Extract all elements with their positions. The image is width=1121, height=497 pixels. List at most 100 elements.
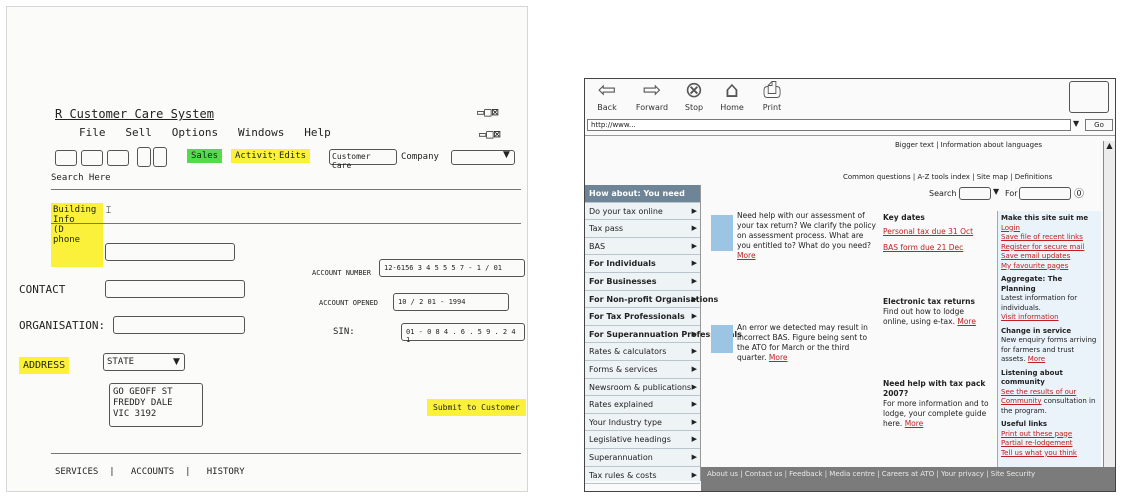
forward-button[interactable]: ⇨ Forward — [631, 79, 673, 113]
more-link[interactable]: More — [769, 353, 788, 362]
top-links[interactable]: Bigger text | Information about language… — [895, 141, 1042, 149]
menu-item-label: Legislative headings — [589, 435, 671, 445]
toolbar-icon[interactable] — [55, 150, 77, 166]
window-controls-icon[interactable]: ▭□⊠ — [479, 127, 501, 141]
more-link[interactable]: More — [905, 419, 924, 428]
home-icon: ⌂ — [725, 78, 739, 103]
website-mockup: ⇦ Back ⇨ Forward ⊗ Stop ⌂ Home ⎙ Print h… — [584, 78, 1116, 492]
address-textarea[interactable]: GO GEOFF ST FREDDY DALE VIC 3192 — [109, 383, 203, 427]
chevron-down-icon[interactable]: ▼ — [173, 357, 180, 367]
home-button[interactable]: ⌂ Home — [715, 78, 749, 113]
menu-item[interactable]: Rates explained ▶ — [585, 396, 700, 414]
menu-item[interactable]: Rates & calculators ▶ — [585, 343, 700, 361]
toolbar-icon[interactable] — [153, 147, 167, 167]
menu-item[interactable]: For Superannuation Professionals ▶ — [585, 326, 742, 344]
name-field[interactable] — [105, 243, 235, 261]
organisation-field[interactable] — [113, 316, 245, 334]
useful-link[interactable]: Partial re-lodgement — [1001, 439, 1098, 449]
menu-sell[interactable]: Sell — [125, 126, 152, 139]
account-opened-field[interactable]: 10 / 2 01 - 1994 — [393, 293, 509, 311]
go-button[interactable]: Go — [1085, 119, 1113, 131]
menu-item[interactable]: For Non-profit Organisations ▶ — [585, 291, 718, 309]
menu-item[interactable]: Your Industry type ▶ — [585, 414, 700, 432]
contact-field[interactable] — [105, 280, 245, 298]
chevron-right-icon: ▶ — [691, 224, 697, 233]
side-panel: Make this site suit me Login Save file of… — [997, 211, 1101, 481]
menu-item-label: Tax pass — [589, 224, 624, 234]
more-link[interactable]: More — [957, 317, 976, 326]
scroll-up-icon[interactable]: ▲ — [1104, 141, 1115, 150]
window-controls-icon[interactable]: ▭□⊠ — [477, 105, 499, 119]
useful-link[interactable]: Tell us what you think — [1001, 449, 1098, 459]
side-link[interactable]: My favourite pages — [1001, 262, 1098, 272]
menu-item[interactable]: For Tax Professionals ▶ — [585, 308, 700, 326]
menu-item[interactable]: BAS ▶ — [585, 238, 700, 256]
stop-icon: ⊗ — [684, 78, 704, 103]
tab-history[interactable]: HISTORY — [207, 467, 245, 477]
chevron-right-icon: ▶ — [691, 417, 697, 426]
side-link[interactable]: Save file of recent links — [1001, 233, 1098, 243]
menu-item[interactable]: Do your tax online ▶ — [585, 203, 700, 221]
menu-bar: File Sell Options Windows Help — [79, 126, 331, 139]
page-footer[interactable]: About us | Contact us | Feedback | Media… — [701, 467, 1115, 491]
menu-item[interactable]: Superannuation ▶ — [585, 449, 700, 467]
address-bar[interactable]: http://www... — [587, 119, 1071, 131]
sales-button[interactable]: Sales — [187, 149, 223, 163]
more-link[interactable]: More — [737, 251, 756, 260]
menu-item-label: Do your tax online — [589, 206, 663, 216]
chevron-down-icon[interactable]: ▼ — [993, 187, 999, 196]
go-circle-icon[interactable]: ⓪ — [1074, 185, 1084, 200]
menu-item[interactable]: For Individuals ▶ — [585, 255, 700, 273]
menu-file[interactable]: File — [79, 126, 106, 139]
key-date-link[interactable]: BAS form due 21 Dec — [883, 243, 991, 253]
vertical-scrollbar[interactable]: ▲ ▼ — [1103, 141, 1115, 481]
stop-button[interactable]: ⊗ Stop — [679, 78, 709, 113]
menu-item[interactable]: Tax rules & costs ▶ — [585, 467, 700, 485]
chevron-right-icon: ▶ — [691, 312, 697, 321]
print-button[interactable]: ⎙ Print — [755, 79, 789, 113]
menu-item[interactable]: Forms & services ▶ — [585, 361, 700, 379]
bottom-tabs: SERVICES | ACCOUNTS | HISTORY — [55, 467, 245, 477]
toolbar-icon[interactable] — [81, 150, 103, 166]
search-label: Search — [929, 189, 957, 198]
account-number-field[interactable]: 12-6156 3 4 5 5 5 7 - 1 / 01 — [379, 259, 525, 277]
address-label: ADDRESS — [19, 357, 70, 374]
sin-field[interactable]: 01 - 0 8 4 . 6 . 5 9 . 2 4 1 — [401, 323, 525, 344]
for-input[interactable] — [1019, 187, 1071, 200]
toolbar-icon[interactable] — [107, 150, 129, 166]
menu-item-label: Newsroom & publications — [589, 382, 692, 392]
subtitle-links[interactable]: Common questions | A-Z tools index | Sit… — [843, 173, 1052, 181]
menu-item[interactable]: For Businesses ▶ — [585, 273, 700, 291]
visit-link[interactable]: Visit information — [1001, 313, 1098, 323]
key-date-link[interactable]: Personal tax due 31 Oct — [883, 227, 991, 237]
submit-button[interactable]: Submit to Customer — [427, 399, 526, 416]
menu-item[interactable]: Newsroom & publications ▶ — [585, 379, 700, 397]
more-link[interactable]: More — [1028, 355, 1045, 363]
menu-help[interactable]: Help — [304, 126, 331, 139]
menu-windows[interactable]: Windows — [238, 126, 284, 139]
useful-link[interactable]: Print out these page — [1001, 430, 1098, 440]
chevron-right-icon: ▶ — [691, 259, 697, 268]
search-label: Search Here — [51, 173, 111, 183]
menu-item[interactable]: Tax pass ▶ — [585, 220, 700, 238]
menu-item-label: Tax rules & costs — [589, 470, 657, 480]
contact-label: CONTACT — [19, 283, 66, 296]
chevron-right-icon: ▶ — [691, 364, 697, 373]
back-button[interactable]: ⇦ Back — [589, 79, 625, 113]
side-link[interactable]: Register for secure mail — [1001, 243, 1098, 253]
side-link[interactable]: Login — [1001, 224, 1098, 234]
tab-accounts[interactable]: ACCOUNTS — [131, 467, 174, 477]
chevron-down-icon[interactable]: ▼ — [503, 150, 510, 160]
customer-care-tab[interactable]: Customer Care — [329, 149, 397, 170]
menu-item[interactable]: Legislative headings ▶ — [585, 431, 700, 449]
phone-sticky-note: Building Info (D phone — [51, 203, 103, 267]
side-link[interactable]: Save email updates — [1001, 252, 1098, 262]
tab-services[interactable]: SERVICES — [55, 467, 98, 477]
chevron-down-icon[interactable]: ▼ — [1073, 119, 1079, 128]
toolbar-icon[interactable] — [137, 147, 151, 167]
menu-options[interactable]: Options — [172, 126, 218, 139]
search-input[interactable] — [959, 187, 991, 200]
edits-button[interactable]: Edits — [275, 149, 311, 163]
menu-item-label: For Tax Professionals — [589, 312, 685, 322]
menu-item-label: For Individuals — [589, 259, 656, 269]
